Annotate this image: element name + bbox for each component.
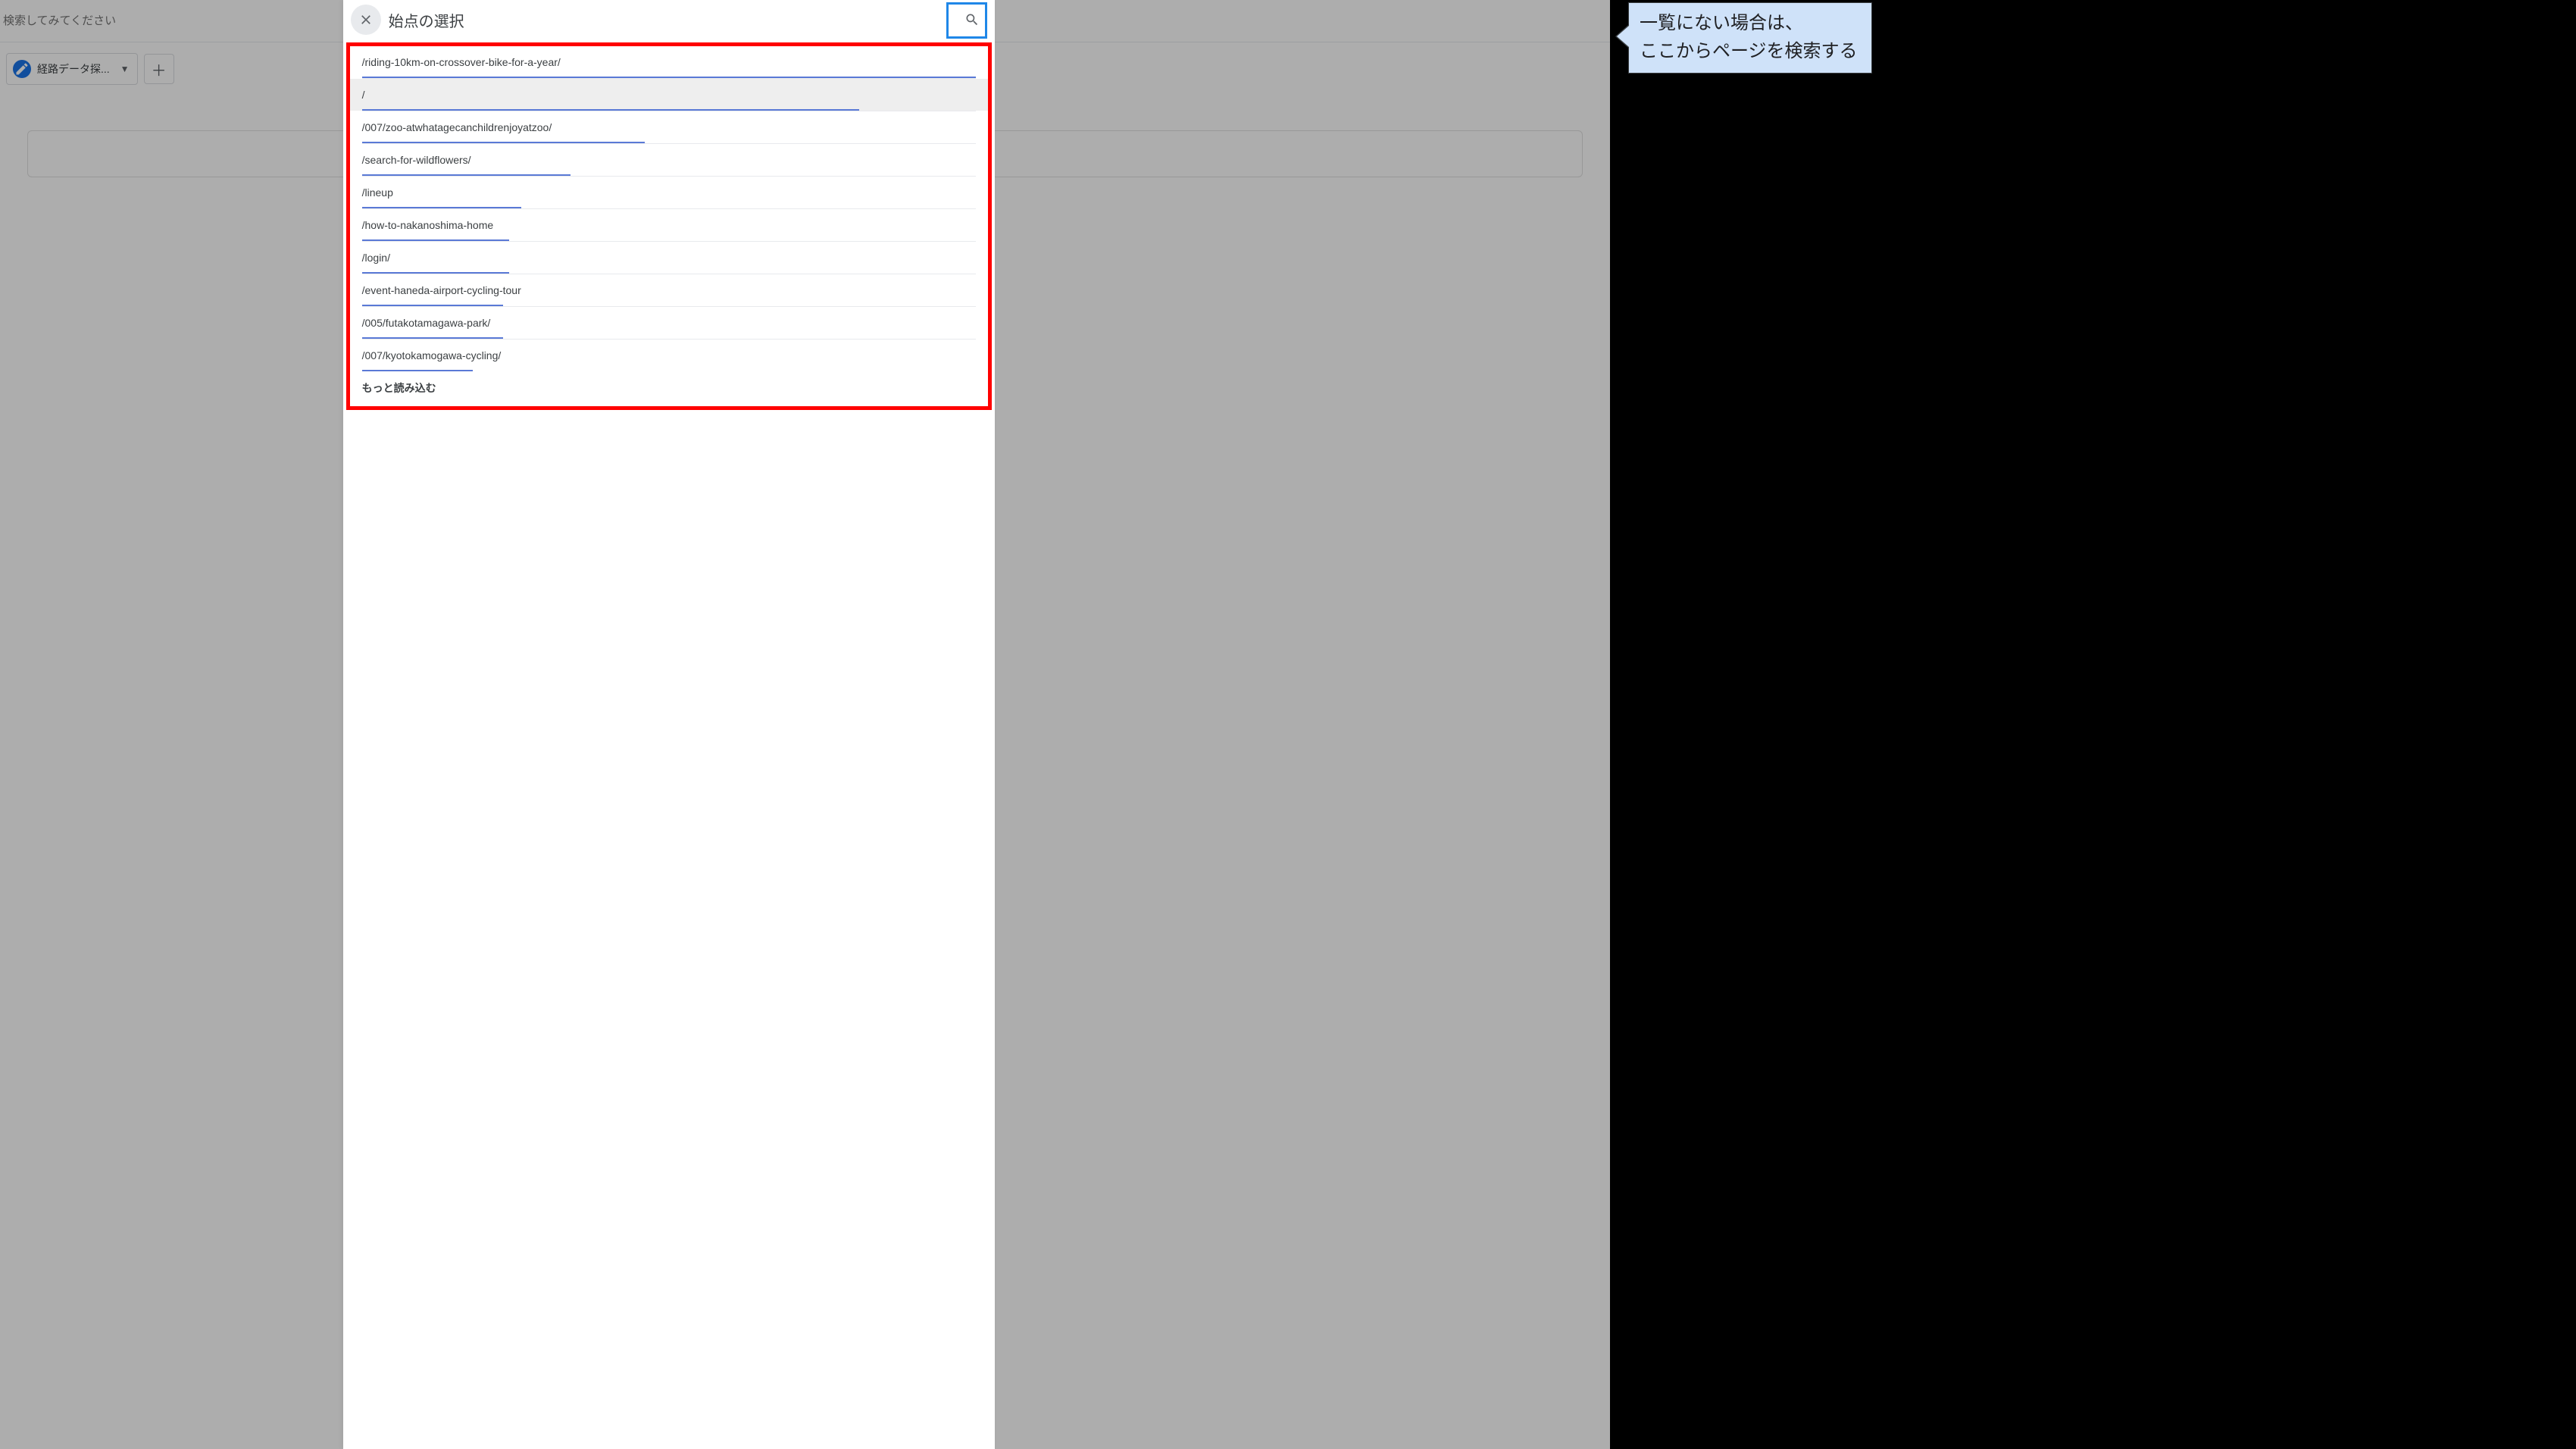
modal-search-button[interactable] xyxy=(957,5,987,35)
page-list-item[interactable]: /event-haneda-airport-cycling-tour xyxy=(350,274,989,306)
page-list-item-bar xyxy=(362,174,571,176)
page-list-item-bar xyxy=(362,109,860,111)
page-list-item[interactable]: / xyxy=(350,79,989,111)
start-point-modal: 始点の選択 /riding-10km-on-crossover-bike-for… xyxy=(343,0,996,1449)
app-background: 経路データ探... ▼ ＋ 始点 ノードをドロップするか選択してくださ ノードの… xyxy=(0,0,1610,1449)
plus-icon: ＋ xyxy=(152,58,167,80)
add-button[interactable]: ＋ xyxy=(144,54,174,84)
callout-line-2: ここからページを検索する xyxy=(1640,37,1858,65)
annotation-callout: 一覧にない場合は、 ここからページを検索する xyxy=(1628,2,1872,74)
page-list-item[interactable]: /007/zoo-atwhatagecanchildrenjoyatzoo/ xyxy=(350,111,989,143)
modal-title: 始点の選択 xyxy=(389,9,950,31)
page-list-item-bar xyxy=(362,142,645,143)
page-list-item[interactable]: /lineup xyxy=(350,177,989,208)
close-icon xyxy=(358,12,374,27)
global-search-input[interactable] xyxy=(3,14,185,27)
page-list-item-bar xyxy=(362,239,510,241)
page-list-item-label: /event-haneda-airport-cycling-tour xyxy=(362,284,521,296)
callout-line-1: 一覧にない場合は、 xyxy=(1640,9,1858,37)
page-list-item-label: /007/kyotokamogawa-cycling/ xyxy=(362,349,502,361)
list-highlight-frame: /riding-10km-on-crossover-bike-for-a-yea… xyxy=(346,42,993,410)
page-list-item-bar xyxy=(362,77,977,78)
search-icon xyxy=(964,12,980,27)
page-list-item-bar xyxy=(362,207,522,208)
page-list-item-bar xyxy=(362,337,503,339)
page-list-item-label: /login/ xyxy=(362,252,390,264)
page-list: /riding-10km-on-crossover-bike-for-a-yea… xyxy=(350,46,989,371)
page-list-item-label: /how-to-nakanoshima-home xyxy=(362,219,494,231)
callout-arrow xyxy=(1617,26,1629,47)
page-list-item-label: / xyxy=(362,89,365,101)
page-list-item[interactable]: /login/ xyxy=(350,242,989,274)
page-list-item[interactable]: /search-for-wildflowers/ xyxy=(350,144,989,176)
page-list-item-label: /lineup xyxy=(362,186,393,199)
load-more-button[interactable]: もっと読み込む xyxy=(350,371,989,405)
page-list-item[interactable]: /007/kyotokamogawa-cycling/ xyxy=(350,340,989,371)
close-button[interactable] xyxy=(351,5,381,35)
page-list-item[interactable]: /how-to-nakanoshima-home xyxy=(350,209,989,241)
page-list-item-bar xyxy=(362,272,510,274)
pencil-icon xyxy=(13,60,31,78)
page-list-item[interactable]: /005/futakotamagawa-park/ xyxy=(350,307,989,339)
page-list-item-label: /007/zoo-atwhatagecanchildrenjoyatzoo/ xyxy=(362,121,552,133)
page-list-item[interactable]: /riding-10km-on-crossover-bike-for-a-yea… xyxy=(350,46,989,78)
page-list-item-bar xyxy=(362,370,473,371)
exploration-chip-label: 経路データ探... xyxy=(37,61,110,77)
annotation-area: 一覧にない場合は、 ここからページを検索する xyxy=(1610,0,2576,1449)
chevron-down-icon: ▼ xyxy=(120,64,130,74)
page-list-item-label: /search-for-wildflowers/ xyxy=(362,154,471,166)
exploration-chip[interactable]: 経路データ探... ▼ xyxy=(6,53,138,85)
page-list-item-label: /005/futakotamagawa-park/ xyxy=(362,317,491,329)
page-list-item-bar xyxy=(362,305,503,306)
modal-header: 始点の選択 xyxy=(343,0,996,39)
page-list-item-label: /riding-10km-on-crossover-bike-for-a-yea… xyxy=(362,56,561,68)
